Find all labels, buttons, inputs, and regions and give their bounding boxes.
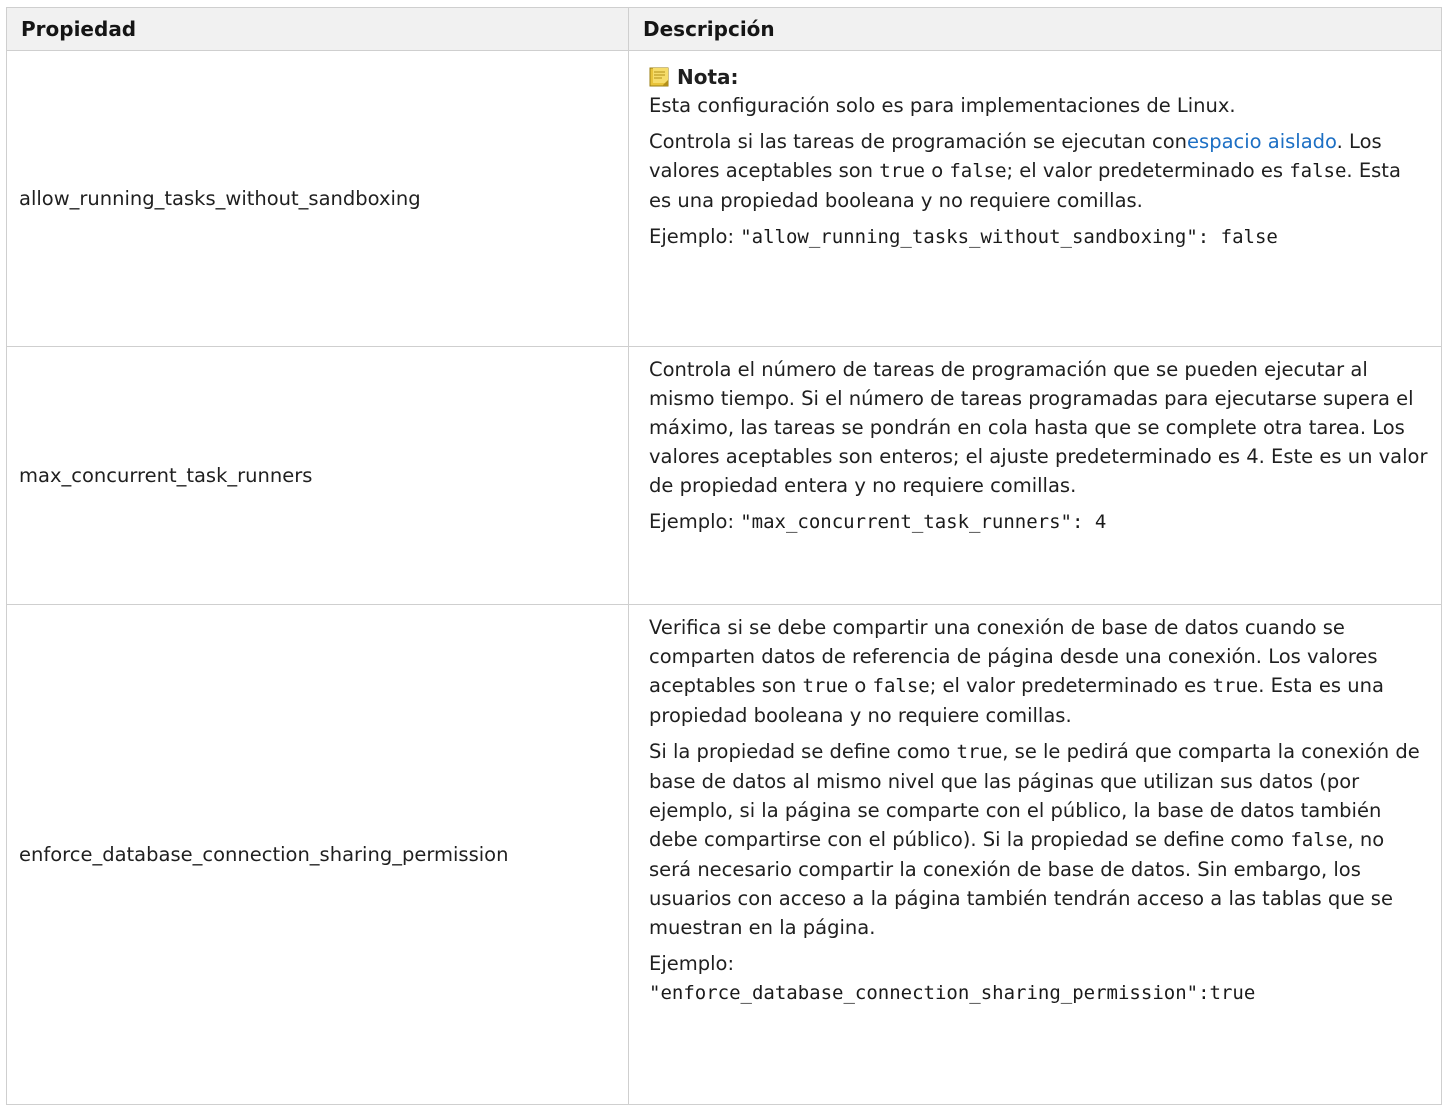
table-row: allow_running_tasks_without_sandboxing N… — [6, 50, 1442, 347]
header-description: Descripción — [628, 7, 1442, 51]
example: Ejemplo: "enforce_database_connection_sh… — [649, 952, 1256, 1004]
code-true: true — [879, 160, 925, 182]
code-default: false — [1289, 160, 1347, 182]
code-false: false — [949, 160, 1007, 182]
note-icon — [649, 66, 671, 88]
example-code: "enforce_database_connection_sharing_per… — [649, 982, 1256, 1004]
note-text: Esta configuración solo es para implemen… — [649, 94, 1236, 117]
example-code: "max_concurrent_task_runners": 4 — [740, 511, 1107, 533]
example-code: "allow_running_tasks_without_sandboxing"… — [740, 226, 1278, 248]
description-paragraph: Controla el número de tareas de programa… — [649, 358, 1428, 497]
property-description: Controla el número de tareas de programa… — [628, 346, 1442, 605]
description-paragraph: Verifica si se debe compartir una conexi… — [649, 616, 1384, 727]
code-default: true — [1212, 675, 1259, 697]
table-row: enforce_database_connection_sharing_perm… — [6, 604, 1442, 1105]
sandbox-link[interactable]: espacio aislado — [1187, 130, 1337, 153]
note-title: Nota: — [677, 65, 739, 89]
note-heading: Nota: — [649, 63, 1429, 91]
example: Ejemplo: "max_concurrent_task_runners": … — [649, 510, 1107, 533]
code-false: false — [1290, 829, 1348, 851]
example: Ejemplo: "allow_running_tasks_without_sa… — [649, 225, 1278, 248]
code-false: false — [872, 675, 930, 697]
properties-table: Propiedad Descripción allow_running_task… — [6, 7, 1442, 1105]
property-name: enforce_database_connection_sharing_perm… — [6, 604, 629, 1105]
code-true: true — [802, 675, 849, 697]
code-true: true — [956, 741, 1003, 763]
property-description: Nota: Esta configuración solo es para im… — [628, 50, 1442, 347]
header-property: Propiedad — [6, 7, 629, 51]
property-name: max_concurrent_task_runners — [6, 346, 629, 605]
property-name: allow_running_tasks_without_sandboxing — [6, 50, 629, 347]
property-description: Verifica si se debe compartir una conexi… — [628, 604, 1442, 1105]
table-row: max_concurrent_task_runners Controla el … — [6, 346, 1442, 605]
description-paragraph: Controla si las tareas de programación s… — [649, 130, 1401, 212]
table-header-row: Propiedad Descripción — [6, 7, 1442, 51]
description-paragraph: Si la propiedad se define como true, se … — [649, 740, 1420, 939]
